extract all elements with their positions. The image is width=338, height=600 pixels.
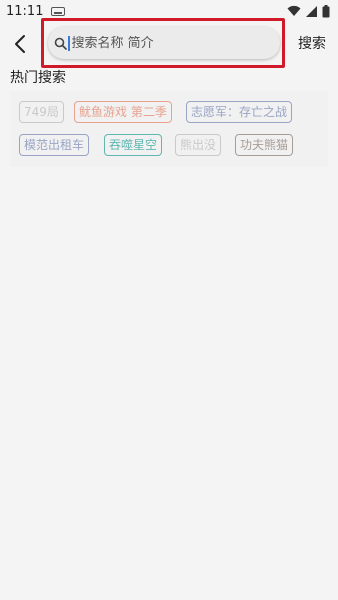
battery-icon [322, 4, 330, 17]
status-time: 11:11 [6, 3, 44, 19]
hot-tag[interactable]: 鱿鱼游戏 第二季 [74, 101, 172, 123]
chevron-left-icon [15, 35, 25, 53]
hot-tag[interactable]: 吞噬星空 [104, 134, 163, 156]
hot-search-title: 热门搜索 [10, 70, 66, 86]
wifi-icon [287, 5, 301, 16]
status-left: 11:11 [6, 3, 66, 19]
hot-tag[interactable]: 749局 [19, 101, 64, 123]
keyboard-icon [51, 6, 66, 16]
status-right [287, 4, 330, 18]
search-input[interactable] [69, 35, 262, 51]
hot-tag[interactable]: 功夫熊猫 [235, 134, 294, 156]
hot-tag[interactable]: 模范出租车 [19, 134, 90, 156]
hot-tag[interactable]: 熊出没 [175, 134, 222, 156]
hot-tag[interactable]: 志愿军：存亡之战 [186, 101, 293, 123]
search-box[interactable] [48, 27, 280, 59]
signal-icon [306, 5, 317, 17]
hot-tags-panel: 749局 鱿鱼游戏 第二季 志愿军：存亡之战 模范出租车 吞噬星空 熊出没 功夫… [10, 91, 328, 167]
back-button[interactable] [6, 30, 34, 58]
search-button[interactable]: 搜索 [298, 33, 326, 53]
search-icon [54, 37, 67, 50]
